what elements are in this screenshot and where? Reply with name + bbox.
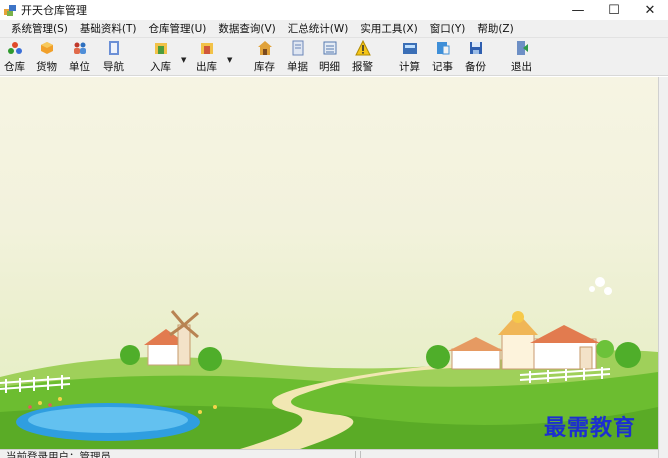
goods-icon [40, 42, 53, 54]
toolbar-label: 记事 [432, 61, 453, 73]
document-icon [292, 40, 303, 56]
toolbar-unit-button[interactable]: 单位 [69, 40, 90, 74]
status-logged-in-user: 当前登录用户：管理员 [6, 451, 111, 458]
toolbar-inventory-button[interactable]: 库存 [254, 40, 275, 74]
menu-help[interactable]: 帮助(Z) [472, 21, 518, 36]
backup-icon [469, 42, 482, 54]
toolbar-label: 计算 [399, 61, 420, 73]
toolbar-label: 出库 [196, 61, 217, 73]
toolbar-label: 明细 [319, 61, 340, 73]
toolbar-label: 货物 [36, 61, 57, 73]
calculator-icon [402, 43, 417, 54]
close-button[interactable]: ✕ [632, 0, 668, 20]
menu-basic-data[interactable]: 基础资料(T) [75, 21, 142, 36]
navigation-icon [108, 41, 119, 55]
stock-in-dropdown-arrow[interactable]: ▼ [181, 56, 186, 64]
maximize-button[interactable]: ☐ [596, 0, 632, 20]
menu-tools[interactable]: 实用工具(X) [355, 21, 422, 36]
toolbar-stock-in-button[interactable]: 入库 [150, 40, 171, 74]
watermark-text: 最需教育 [544, 415, 637, 441]
toolbar-warehouse-button[interactable]: 仓库 [4, 40, 25, 74]
stock-out-dropdown-arrow[interactable]: ▼ [227, 56, 232, 64]
detail-icon [323, 41, 336, 55]
stock-in-icon [154, 43, 167, 54]
toolbar-label: 库存 [254, 61, 275, 73]
minimize-button[interactable]: — [560, 0, 596, 20]
toolbar-goods-button[interactable]: 货物 [36, 40, 57, 74]
toolbar-label: 单据 [287, 61, 308, 73]
window-title: 开天仓库管理 [21, 4, 87, 17]
window-right-border [658, 77, 668, 458]
toolbar: 仓库 货物 单位 导航 入库 ▼ 出库 ▼ 库存 单据 明细 报警 计算 记事 … [0, 38, 668, 76]
toolbar-label: 单位 [69, 61, 90, 73]
warehouse-icon [7, 42, 22, 54]
toolbar-label: 入库 [150, 61, 171, 73]
menu-query[interactable]: 数据查询(V) [213, 21, 280, 36]
toolbar-label: 仓库 [4, 61, 25, 73]
toolbar-calculator-button[interactable]: 计算 [399, 40, 420, 74]
notepad-icon [436, 42, 449, 55]
menu-bar: 系统管理(S) 基础资料(T) 仓库管理(U) 数据查询(V) 汇总统计(W) … [0, 20, 668, 38]
toolbar-notepad-button[interactable]: 记事 [432, 40, 453, 74]
toolbar-label: 退出 [511, 61, 532, 73]
toolbar-stock-out-button[interactable]: 出库 [196, 40, 217, 74]
toolbar-alarm-button[interactable]: 报警 [352, 40, 373, 74]
inventory-icon [257, 41, 272, 55]
title-bar: 开天仓库管理 — ☐ ✕ [0, 0, 668, 20]
mdi-workspace[interactable] [0, 77, 658, 449]
menu-window[interactable]: 窗口(Y) [425, 21, 471, 36]
people-icon [73, 42, 86, 54]
toolbar-label: 备份 [465, 61, 486, 73]
toolbar-backup-button[interactable]: 备份 [465, 40, 486, 74]
menu-statistics[interactable]: 汇总统计(W) [283, 21, 354, 36]
toolbar-label: 报警 [352, 61, 373, 73]
toolbar-exit-button[interactable]: 退出 [511, 40, 532, 74]
toolbar-detail-button[interactable]: 明细 [319, 40, 340, 74]
menu-warehouse[interactable]: 仓库管理(U) [143, 21, 211, 36]
menu-system[interactable]: 系统管理(S) [6, 21, 73, 36]
toolbar-label: 导航 [103, 61, 124, 73]
toolbar-navigation-button[interactable]: 导航 [103, 40, 124, 74]
exit-icon [516, 41, 528, 55]
toolbar-document-button[interactable]: 单据 [287, 40, 308, 74]
status-divider [360, 451, 361, 458]
app-logo-icon [3, 3, 17, 17]
alarm-icon [354, 40, 371, 56]
stock-out-icon [200, 43, 213, 54]
status-bar: 当前登录用户：管理员 [0, 449, 658, 458]
background-landscape-image [0, 277, 658, 449]
status-divider [355, 451, 356, 458]
